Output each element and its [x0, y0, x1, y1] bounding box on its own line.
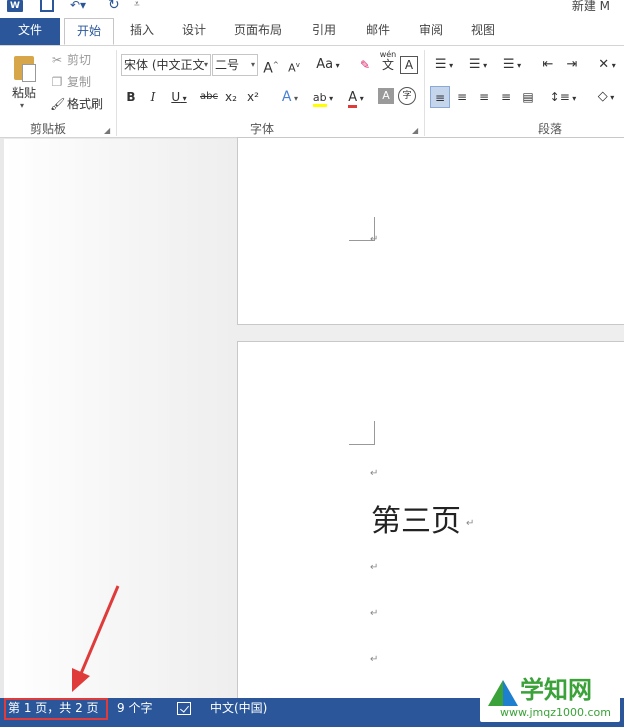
align-right-button[interactable]: ≡	[474, 86, 494, 108]
document-title: 新建 M	[571, 0, 610, 13]
tab-home[interactable]: 开始	[64, 18, 114, 45]
paragraph-mark: ↵	[370, 608, 379, 619]
font-color-button[interactable]: A ▾	[342, 86, 370, 108]
shading-bucket-icon[interactable]: ◇ ▾	[590, 86, 622, 108]
tab-references[interactable]: 引用	[302, 18, 346, 45]
font-size-select[interactable]: 二号 ▾	[212, 54, 258, 76]
superscript-button[interactable]: x²	[244, 86, 262, 108]
line-spacing-button[interactable]: ↕≡ ▾	[548, 86, 578, 108]
watermark: 学知网 www.jmqz1000.com	[480, 664, 620, 722]
copy-button[interactable]: ❐ 复制	[50, 72, 91, 92]
change-case-button[interactable]: Aa ▾	[312, 54, 344, 76]
paragraph-mark: ↵	[370, 562, 379, 573]
margin-marker	[349, 421, 375, 445]
brush-icon: 🖌	[50, 97, 66, 111]
numbering-button[interactable]: ☰ ▾	[464, 54, 492, 76]
paste-dropdown-icon[interactable]: ▾	[20, 101, 24, 110]
scissors-icon: ✂	[51, 53, 63, 67]
tab-insert[interactable]: 插入	[118, 18, 166, 45]
clear-format-icon[interactable]: ✎	[355, 54, 375, 76]
chinese-layout-button[interactable]: ✕ ▾	[592, 54, 622, 76]
page-count-status[interactable]: 第 1 页，共 2 页	[8, 698, 99, 720]
save-icon[interactable]	[40, 0, 54, 12]
align-left-button[interactable]: ≡	[430, 86, 450, 108]
undo-icon[interactable]: ↶▾	[70, 0, 90, 12]
cut-label: 剪切	[67, 53, 92, 67]
proofing-icon[interactable]	[177, 702, 191, 715]
subscript-button[interactable]: x₂	[222, 86, 240, 108]
ribbon-tabs: 文件 开始 插入 设计 页面布局 引用 邮件 审阅 视图	[0, 14, 624, 45]
language-status[interactable]: 中文(中国)	[210, 698, 267, 720]
font-group-label: 字体	[250, 122, 275, 136]
redo-icon[interactable]: ↻	[108, 0, 122, 12]
font-name-value: 宋体 (中文正文	[124, 58, 205, 72]
chevron-down-icon: ▾	[250, 60, 255, 69]
tab-design[interactable]: 设计	[170, 18, 218, 45]
justify-button[interactable]: ≡	[496, 86, 516, 108]
underline-button[interactable]: U ▾	[166, 86, 192, 108]
paragraph-mark: ↵	[370, 234, 379, 245]
watermark-title: 学知网	[520, 676, 592, 704]
bullets-button[interactable]: ☰ ▾	[430, 54, 458, 76]
format-painter-button[interactable]: 🖌 格式刷	[50, 94, 103, 114]
decrease-indent-button[interactable]: ⇤	[538, 54, 558, 76]
document-heading[interactable]: 第三页	[371, 496, 461, 540]
font-size-value: 二号	[215, 58, 240, 72]
customize-qat-icon[interactable]: ⩡	[134, 0, 144, 12]
phonetic-guide-button[interactable]: wén 文	[378, 49, 398, 71]
paragraph-mark: ↵	[370, 654, 379, 665]
grow-font-button[interactable]: A^	[262, 54, 280, 77]
watermark-logo-icon	[488, 680, 518, 706]
word-count-status[interactable]: 9 个字	[117, 698, 152, 720]
shrink-font-button[interactable]: Av	[285, 54, 303, 76]
tab-mailings[interactable]: 邮件	[355, 18, 401, 45]
clipboard-group-label: 剪贴板	[30, 122, 67, 136]
multilevel-list-button[interactable]: ☰ ▾	[498, 54, 526, 76]
title-bar: W ↶▾ ↻ ⩡ 新建 M	[0, 0, 624, 14]
font-launcher-icon[interactable]: ◢	[412, 126, 418, 135]
distributed-button[interactable]: ▤	[518, 86, 538, 108]
paste-icon[interactable]	[12, 52, 38, 82]
clipboard-launcher-icon[interactable]: ◢	[104, 126, 110, 135]
chevron-down-icon: ▾	[203, 60, 208, 69]
char-border-button[interactable]: A	[400, 56, 418, 74]
char-shading-button[interactable]: A	[378, 88, 394, 104]
paragraph-group-label: 段落	[538, 122, 563, 136]
align-center-button[interactable]: ≡	[452, 86, 472, 108]
format-painter-label: 格式刷	[67, 97, 104, 111]
paragraph-mark: ↵	[466, 518, 475, 529]
paragraph-mark: ↵	[370, 468, 379, 479]
increase-indent-button[interactable]: ⇥	[562, 54, 582, 76]
annotation-arrow	[72, 585, 120, 692]
ribbon: 粘贴 ▾ ✂ 剪切 ❐ 复制 🖌 格式刷 剪贴板 ◢ 宋体 (中文正文 ▾ 二号 ▾ …	[0, 45, 624, 138]
copy-icon: ❐	[51, 75, 63, 89]
watermark-url: www.jmqz1000.com	[500, 706, 611, 719]
tab-page-layout[interactable]: 页面布局	[222, 18, 294, 45]
paste-button[interactable]: 粘贴	[12, 84, 36, 101]
italic-button[interactable]: I	[144, 86, 162, 108]
copy-label: 复制	[67, 75, 92, 89]
enclose-char-button[interactable]: 字	[398, 87, 416, 105]
cut-button[interactable]: ✂ 剪切	[50, 50, 91, 70]
page-1[interactable]: ↵	[237, 137, 624, 325]
word-app-icon: W	[7, 0, 23, 12]
tab-file[interactable]: 文件	[0, 18, 60, 45]
strikethrough-button[interactable]: abc	[198, 86, 220, 108]
font-name-select[interactable]: 宋体 (中文正文 ▾	[121, 54, 211, 76]
text-effects-button[interactable]: A ▾	[276, 86, 304, 108]
bold-button[interactable]: B	[122, 86, 140, 108]
tab-review[interactable]: 审阅	[408, 18, 454, 45]
highlight-button[interactable]: ab ▾	[308, 86, 338, 108]
tab-view[interactable]: 视图	[460, 18, 506, 45]
